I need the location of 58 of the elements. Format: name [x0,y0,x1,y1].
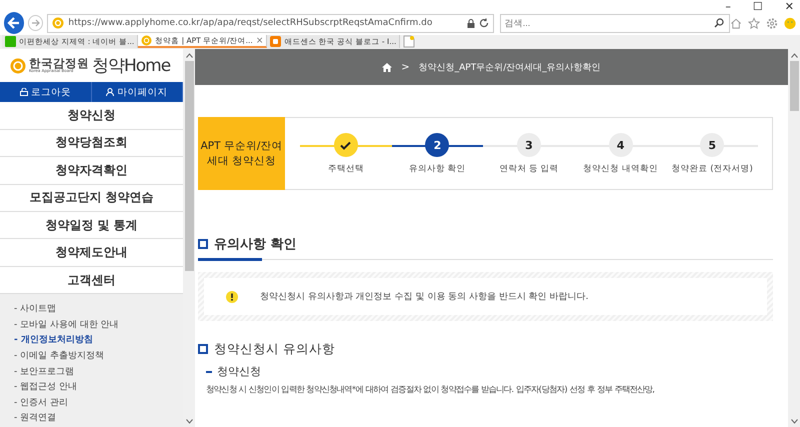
footer-link[interactable]: - 개인정보처리방침 [14,333,183,350]
application-type-label: APT 무순위/잔여세대 청약신청 [198,117,285,190]
step-circle: 2 [425,133,450,157]
scrollbar[interactable] [788,49,800,427]
scrollbar-thumb[interactable] [790,61,798,111]
footer-link[interactable]: - 이메일 추출방지정책 [14,349,183,365]
step-label: 연락처 등 입력 [499,163,559,175]
back-arrow-icon [7,16,22,30]
forward-arrow-icon [30,18,41,28]
lock-icon [20,88,28,96]
breadcrumb-separator: > [401,62,410,72]
scrollbar[interactable] [183,49,195,427]
step-circle: 3 [516,133,541,157]
step-label: 주택선택 [328,163,364,175]
window-control[interactable]: ☐ [752,0,763,13]
home-icon[interactable] [382,62,392,72]
settings-icon[interactable] [766,16,778,30]
footer-link[interactable]: - 모바일 사용에 대한 안내 [14,318,183,334]
notice-text: 청약신청시 유의사항과 개인정보 수집 및 이용 동의 사항을 반드시 확인 바랍니다. [260,291,588,303]
smiley-icon[interactable] [784,16,796,30]
check-icon [340,140,352,150]
brand-logo-text: 청약Home [92,55,170,78]
search-field[interactable]: 검색... [500,14,730,32]
footer-link[interactable]: - 인증서 관리 [14,396,183,412]
favicon [5,36,16,47]
site-icon [52,17,64,29]
footer-link[interactable]: - 사이트맵 [14,302,183,318]
section-heading: 유의사항 확인 [198,234,773,254]
organization-name: 한국감정원 [29,58,89,70]
warning-icon [226,290,238,302]
section-heading: 청약신청시 유의사항 [198,339,773,359]
close-tab-button[interactable]: × [256,36,264,46]
address-bar[interactable]: https://www.applyhome.co.kr/ap/apa/reqst/selectRHSubscrptReqstAmaCnfirm.do [47,14,494,32]
step-circle: 5 [700,133,724,157]
footer-link[interactable]: - 보안프로그램 [14,364,183,380]
home-icon[interactable] [730,16,742,30]
window-control[interactable]: – [725,0,731,13]
window-control[interactable]: ✕ [784,0,794,13]
menu-item[interactable]: 모집공고단지 청약연습 [0,184,183,212]
forward-button[interactable] [28,15,44,31]
footer-link[interactable]: - 원격연결 [14,411,183,427]
logo-icon [10,58,26,74]
favicon [141,35,152,46]
new-tab-icon[interactable] [403,35,416,48]
star-icon[interactable] [748,16,760,30]
scrollbar-thumb[interactable] [184,61,194,271]
person-icon [106,88,114,96]
refresh-icon[interactable] [478,18,489,28]
step-label: 청약신청 내역확인 [583,163,658,175]
subsection-heading: 청약신청 [206,364,773,379]
back-button[interactable] [4,12,24,34]
step-circle: 4 [608,133,633,157]
step-label: 청약완료 (전자서명) [672,163,753,175]
lock-icon [466,18,475,28]
footer-link[interactable]: - 웹접근성 안내 [14,380,183,396]
step-label: 유의사항 확인 [409,163,466,175]
paragraph: 청약신청 시 신청인이 입력한 청약신청내역*에 대하여 검증절차 없이 청약접수를 받습니다. 입주자(당첨자) 선정 후 정부 주택전산망, [206,383,655,395]
breadcrumb-text: 청약신청_APT무순위/잔여세대_유의사항확인 [418,62,601,74]
